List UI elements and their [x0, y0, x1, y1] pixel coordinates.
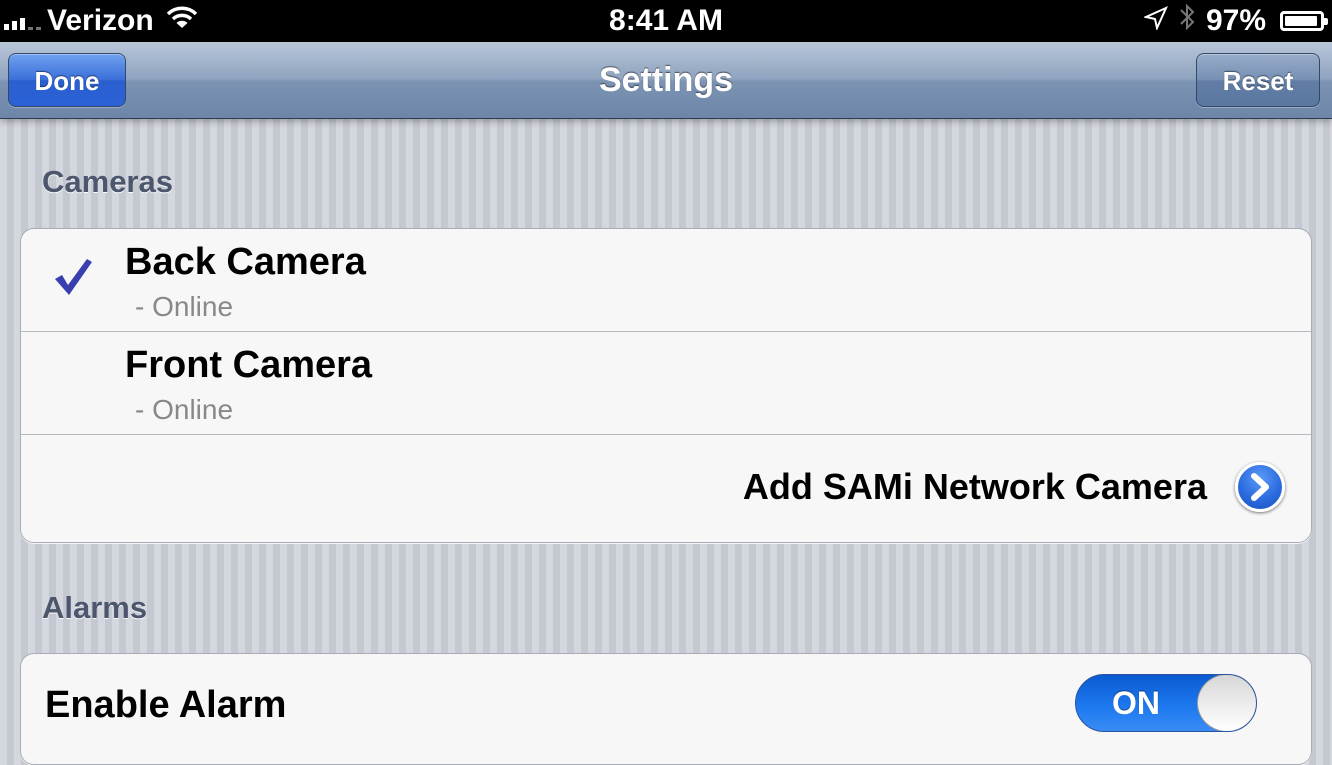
enable-alarm-label: Enable Alarm — [45, 684, 287, 726]
camera-row-back[interactable]: Back Camera - Online — [21, 229, 1311, 332]
camera-name: Back Camera — [125, 241, 366, 283]
battery-percent: 97% — [1205, 4, 1266, 37]
battery-icon — [1280, 11, 1328, 31]
done-button[interactable]: Done — [8, 53, 126, 107]
location-icon — [1142, 4, 1168, 38]
alarms-group: Enable Alarm ON — [20, 653, 1312, 765]
cameras-group: Back Camera - Online Front Camera - Onli… — [20, 228, 1312, 543]
reset-button[interactable]: Reset — [1196, 53, 1320, 107]
camera-row-front[interactable]: Front Camera - Online — [21, 332, 1311, 435]
camera-status: - Online — [135, 291, 234, 322]
checkmark-icon — [51, 255, 95, 299]
toggle-knob[interactable] — [1197, 675, 1256, 731]
add-camera-label: Add SAMi Network Camera — [742, 466, 1207, 507]
camera-status: - Online — [135, 394, 234, 425]
toggle-on-label: ON — [1112, 685, 1160, 721]
cameras-section-header: Cameras — [42, 164, 173, 199]
enable-alarm-toggle[interactable]: ON — [1075, 674, 1257, 732]
page-title: Settings — [598, 61, 734, 99]
status-right: 97% — [1142, 2, 1328, 40]
bluetooth-icon — [1178, 2, 1196, 40]
status-bar: Verizon 8:41 AM 97% — [0, 0, 1332, 42]
chevron-right-icon[interactable] — [1235, 462, 1285, 512]
navigation-bar: Settings Done Reset — [0, 42, 1332, 119]
alarms-section-header: Alarms — [42, 590, 148, 625]
add-camera-row[interactable]: Add SAMi Network Camera — [21, 435, 1311, 538]
status-time: 8:41 AM — [609, 4, 723, 37]
camera-name: Front Camera — [125, 344, 373, 386]
